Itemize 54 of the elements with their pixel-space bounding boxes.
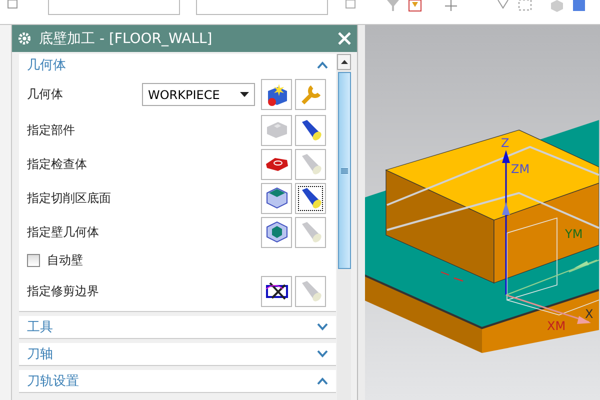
checkbox[interactable] bbox=[27, 254, 40, 266]
boundary-icon bbox=[264, 281, 288, 301]
expand-icon bbox=[317, 323, 328, 331]
collapse-icon bbox=[317, 61, 328, 69]
axis-label: XM bbox=[547, 319, 566, 333]
cube-icon[interactable] bbox=[550, 0, 564, 12]
display-button[interactable] bbox=[295, 114, 326, 146]
slot-block-icon bbox=[266, 187, 288, 209]
dialog-title: 底壁加工 - [FLOOR_WALL] bbox=[39, 30, 214, 48]
grip-icon bbox=[340, 168, 348, 174]
wrench-icon bbox=[300, 84, 322, 106]
funnel-icon[interactable] bbox=[386, 0, 400, 12]
geometry-dropdown[interactable]: WORKPIECE bbox=[142, 83, 255, 106]
field-label: 指定修剪边界 bbox=[27, 282, 100, 300]
solid-body-icon bbox=[264, 156, 288, 172]
scroll-up-icon[interactable] bbox=[340, 60, 348, 64]
flashlight-icon bbox=[300, 153, 322, 175]
crosshair-icon[interactable] bbox=[444, 0, 458, 12]
select-button[interactable] bbox=[261, 216, 292, 248]
axis-label: Z bbox=[501, 136, 510, 150]
flashlight-icon bbox=[300, 119, 322, 141]
new-geometry-button[interactable] bbox=[261, 79, 292, 110]
block-icon bbox=[266, 121, 288, 139]
checkbox-label: 自动壁 bbox=[47, 252, 84, 268]
axis-label: ZM bbox=[511, 162, 530, 176]
settings-icon bbox=[18, 32, 31, 45]
flashlight-icon bbox=[300, 221, 322, 243]
scope-dropdown[interactable] bbox=[196, 0, 328, 15]
select-button[interactable] bbox=[261, 182, 292, 214]
select-button[interactable] bbox=[261, 276, 292, 306]
axis-label: YM bbox=[565, 227, 583, 241]
display-button[interactable] bbox=[295, 182, 326, 214]
expand-icon bbox=[317, 350, 328, 358]
field-label: 指定壁几何体 bbox=[27, 224, 100, 240]
pocket-block-icon bbox=[266, 221, 288, 243]
collapse-icon bbox=[317, 377, 328, 385]
close-icon[interactable] bbox=[338, 32, 351, 45]
flashlight-icon bbox=[300, 280, 322, 302]
section-header[interactable]: 工具 bbox=[19, 316, 336, 338]
caret-icon bbox=[240, 92, 249, 97]
scrollbar[interactable] bbox=[337, 54, 351, 400]
section-header[interactable]: 刀轨设置 bbox=[19, 370, 336, 392]
field-label: 指定检查体 bbox=[27, 156, 88, 172]
section-header[interactable]: 刀轴 bbox=[19, 343, 336, 365]
field-label: 几何体 bbox=[27, 86, 64, 103]
filter-icon[interactable] bbox=[408, 0, 422, 12]
field-label: 指定部件 bbox=[27, 122, 76, 138]
3d-viewport[interactable]: Z ZM YM XM X bbox=[365, 25, 600, 400]
filter-dropdown[interactable] bbox=[48, 0, 180, 15]
field-label: 指定切削区底面 bbox=[27, 190, 112, 206]
axis-label: X bbox=[585, 307, 594, 321]
flashlight-icon bbox=[300, 187, 322, 209]
section-header[interactable]: 几何体 bbox=[19, 54, 336, 76]
dashed-box-icon[interactable] bbox=[518, 0, 532, 12]
